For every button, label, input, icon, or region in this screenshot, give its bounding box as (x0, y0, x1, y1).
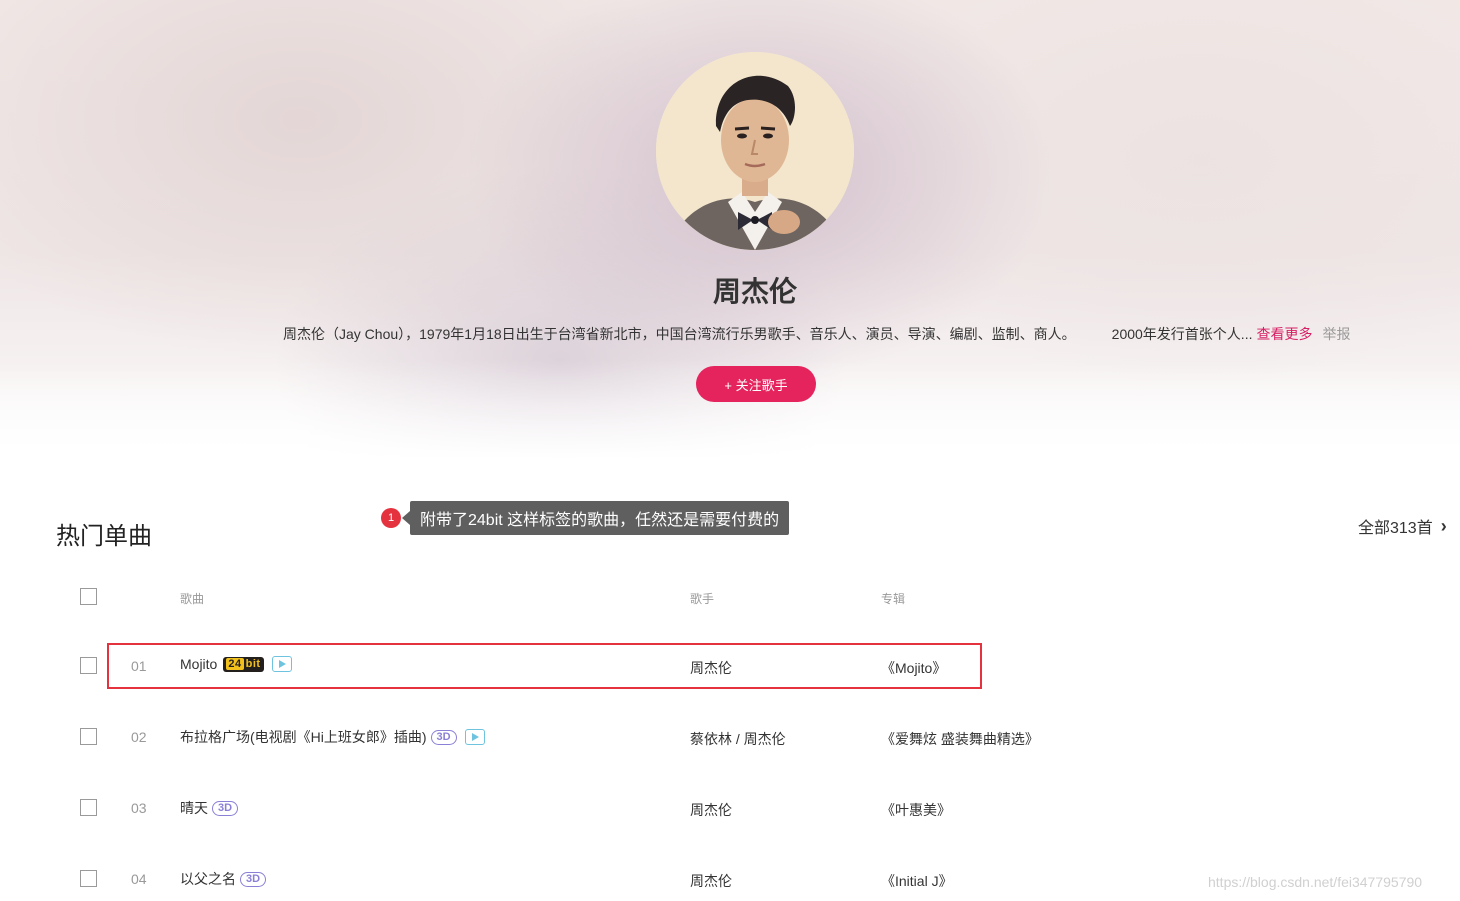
artist-intro: 周杰伦（Jay Chou），1979年1月18日出生于台湾省新北市，中国台湾流行… (283, 324, 1350, 344)
song-row[interactable]: 02 布拉格广场(电视剧《Hi上班女郎》插曲) 3D 蔡依林 / 周杰伦 《爱舞… (0, 717, 1460, 757)
song-row[interactable]: 03 晴天 3D 周杰伦 《叶惠美》 (0, 788, 1460, 828)
song-title[interactable]: 以父之名 (180, 869, 236, 889)
song-artist[interactable]: 蔡依林 / 周杰伦 (690, 729, 786, 749)
song-checkbox[interactable] (80, 870, 97, 887)
annotation-number-badge: 1 (381, 508, 401, 528)
song-rank: 03 (131, 800, 147, 816)
annotation-highlight-box (107, 643, 982, 689)
column-header-artist: 歌手 (690, 592, 715, 606)
song-artist[interactable]: 周杰伦 (690, 800, 732, 820)
artist-avatar (656, 52, 854, 250)
artist-intro-text: 周杰伦（Jay Chou），1979年1月18日出生于台湾省新北市，中国台湾流行… (283, 326, 1076, 342)
view-more-link[interactable]: 查看更多 (1256, 324, 1312, 344)
song-album[interactable]: 《叶惠美》 (881, 800, 951, 820)
3d-badge-icon: 3D (212, 800, 239, 816)
song-rank: 02 (131, 729, 147, 745)
song-title-cell: 布拉格广场(电视剧《Hi上班女郎》插曲) 3D (180, 727, 485, 747)
song-checkbox[interactable] (80, 799, 97, 816)
hot-songs-title: 热门单曲 (56, 523, 152, 550)
song-album[interactable]: 《爱舞炫 盛装舞曲精选》 (881, 729, 1039, 749)
chevron-right-icon: › (1440, 515, 1447, 536)
column-header-song: 歌曲 (180, 592, 205, 606)
3d-badge-icon: 3D (240, 871, 267, 887)
all-songs-link[interactable]: 全部313首 › (1358, 514, 1447, 538)
3d-badge-icon: 3D (430, 729, 457, 745)
artist-intro-tail: 2000年发行首张个人... (1111, 326, 1253, 342)
follow-artist-button[interactable]: + 关注歌手 (696, 366, 816, 402)
artist-name: 周杰伦 (712, 276, 797, 307)
annotation-text: 附带了24bit 这样标签的歌曲，任然还是需要付费的 (420, 512, 780, 529)
song-artist[interactable]: 周杰伦 (690, 871, 732, 891)
mv-play-icon[interactable] (464, 729, 485, 745)
song-checkbox[interactable] (80, 728, 97, 745)
song-title[interactable]: 布拉格广场(电视剧《Hi上班女郎》插曲) (180, 727, 427, 747)
song-title[interactable]: 晴天 (180, 798, 208, 818)
annotation-tooltip: 附带了24bit 这样标签的歌曲，任然还是需要付费的 (401, 501, 790, 535)
song-title-cell: 以父之名 3D (180, 869, 267, 889)
song-checkbox[interactable] (80, 657, 97, 674)
song-rank: 04 (131, 871, 147, 887)
all-songs-label: 全部313首 (1358, 520, 1433, 537)
song-title-cell: 晴天 3D (180, 798, 239, 818)
select-all-checkbox[interactable] (80, 588, 97, 605)
report-link[interactable]: 举报 (1322, 324, 1350, 344)
song-album[interactable]: 《Initial J》 (881, 871, 953, 891)
watermark: https://blog.csdn.net/fei347795790 (1208, 874, 1423, 890)
column-header-album: 专辑 (881, 592, 906, 606)
